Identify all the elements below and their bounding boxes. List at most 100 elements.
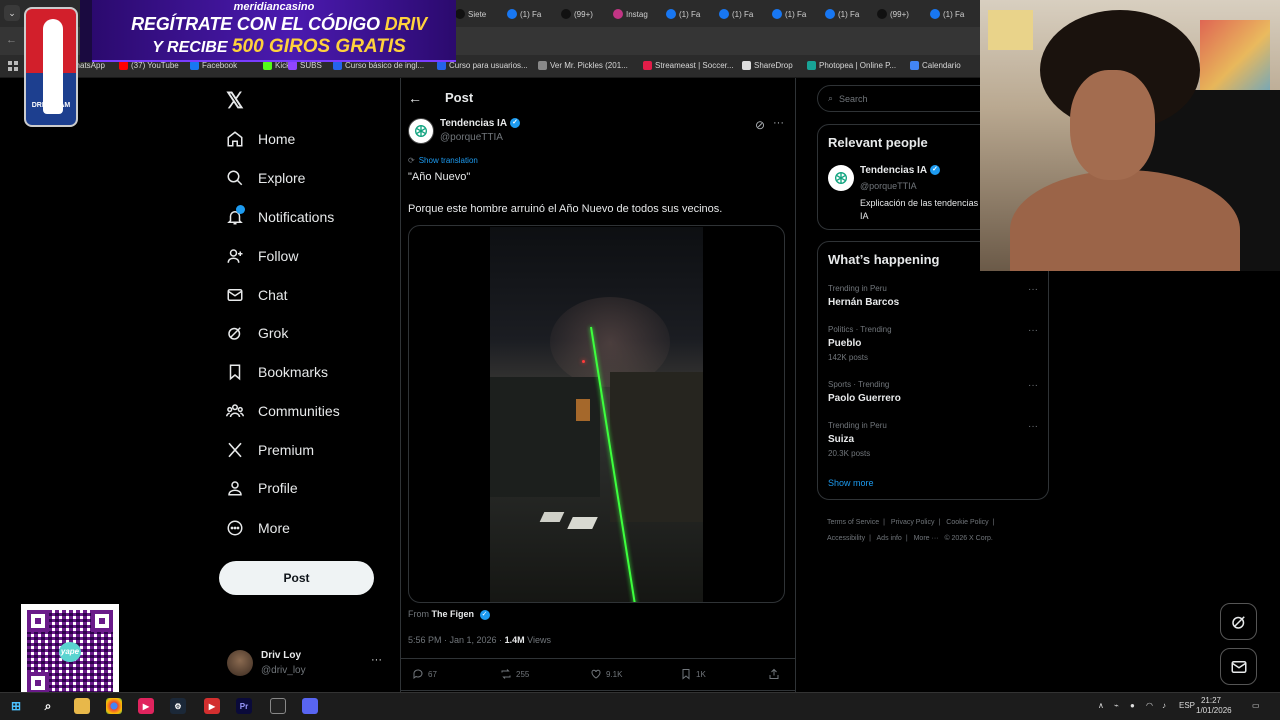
language-indicator[interactable]: ESP bbox=[1179, 701, 1195, 710]
account-more-icon[interactable]: ··· bbox=[371, 654, 382, 666]
repost-button[interactable]: 255 bbox=[500, 668, 529, 680]
relevant-person-name-text: Tendencias IA bbox=[860, 165, 928, 176]
bookmark-favicon-icon bbox=[742, 61, 751, 70]
post-video[interactable] bbox=[408, 225, 785, 603]
browser-tab[interactable]: (1) Fa bbox=[930, 5, 964, 23]
reply-button[interactable]: 67 bbox=[412, 668, 437, 680]
nav-premium[interactable]: Premium bbox=[226, 438, 314, 462]
trend-more-icon[interactable]: ··· bbox=[1028, 325, 1038, 336]
browser-back-icon[interactable]: ← bbox=[6, 34, 17, 46]
browser-tab[interactable]: (1) Fa bbox=[772, 5, 806, 23]
premiere-icon[interactable]: Pr bbox=[236, 698, 252, 714]
nav-follow[interactable]: Follow bbox=[226, 244, 298, 268]
browser-tab[interactable]: (99+) bbox=[561, 5, 593, 23]
tray-mic-icon[interactable]: ● bbox=[1130, 701, 1135, 710]
trend-item[interactable]: Sports · Trending Paolo Guerrero bbox=[828, 380, 901, 404]
footer-link[interactable]: More ··· bbox=[914, 535, 939, 542]
bookmark-item[interactable]: Ver Mr. Pickles (201... bbox=[538, 61, 628, 70]
show-translation-link[interactable]: ⟳ Show translation bbox=[408, 156, 478, 165]
steam-icon[interactable]: ⚙ bbox=[170, 698, 186, 714]
bookmark-item[interactable]: (37) YouTube bbox=[119, 61, 179, 70]
discord-icon[interactable] bbox=[302, 698, 318, 714]
like-button[interactable]: 9.1K bbox=[590, 668, 622, 680]
tray-network-icon[interactable]: ⌁ bbox=[1114, 701, 1119, 710]
trend-item[interactable]: Politics · Trending Pueblo 142K posts bbox=[828, 325, 892, 362]
taskbar-clock[interactable]: 21:27 1/01/2026 bbox=[1196, 696, 1232, 716]
bookmark-favicon-icon bbox=[333, 61, 342, 70]
from-source[interactable]: The Figen bbox=[432, 609, 475, 619]
browser-tab[interactable]: (99+) bbox=[877, 5, 909, 23]
grok-explain-icon[interactable]: ⊘ bbox=[755, 118, 765, 132]
bookmark-item[interactable]: Kick bbox=[263, 61, 290, 70]
trend-more-icon[interactable]: ··· bbox=[1028, 380, 1038, 391]
trend-item[interactable]: Trending in Peru Hernán Barcos bbox=[828, 284, 899, 308]
relevant-person-handle[interactable]: @porqueTTIA bbox=[860, 181, 917, 191]
tray-wifi-icon[interactable]: ◠ bbox=[1146, 701, 1153, 710]
bookmark-item[interactable]: Photopea | Online P... bbox=[807, 61, 896, 70]
notification-center-icon[interactable]: ▭ bbox=[1252, 701, 1260, 710]
messages-float-button[interactable] bbox=[1220, 648, 1257, 685]
relevant-person-name[interactable]: Tendencias IA ✓ bbox=[860, 165, 941, 176]
nav-explore[interactable]: Explore bbox=[226, 166, 305, 190]
file-explorer-icon[interactable] bbox=[74, 698, 90, 714]
reply-icon bbox=[413, 669, 423, 679]
nav-more[interactable]: More bbox=[226, 516, 290, 540]
trend-item[interactable]: Trending in Peru Suiza 20.3K posts bbox=[828, 421, 887, 458]
ad-brand: meridiancasino bbox=[233, 1, 315, 13]
bookmark-button[interactable]: 1K bbox=[680, 668, 706, 680]
show-more-link[interactable]: Show more bbox=[828, 478, 874, 488]
footer-link[interactable]: Accessibility bbox=[827, 535, 865, 542]
account-handle: @driv_loy bbox=[261, 665, 306, 676]
footer-link[interactable]: Cookie Policy bbox=[946, 519, 988, 526]
nav-home[interactable]: Home bbox=[226, 127, 295, 151]
browser-tab[interactable]: Instag bbox=[613, 5, 648, 23]
bookmark-item[interactable]: SUBS bbox=[288, 61, 322, 70]
bookmark-item[interactable]: Facebook bbox=[190, 61, 237, 70]
obs-icon[interactable] bbox=[270, 698, 286, 714]
bookmark-item[interactable]: Curso para usuarios... bbox=[437, 61, 528, 70]
nav-communities[interactable]: Communities bbox=[226, 399, 340, 423]
trend-more-icon[interactable]: ··· bbox=[1028, 284, 1038, 295]
browser-tab[interactable]: Siete bbox=[455, 5, 486, 23]
nav-profile[interactable]: Profile bbox=[226, 476, 298, 500]
nav-grok[interactable]: Grok bbox=[226, 321, 288, 345]
media-player-icon[interactable]: ▶ bbox=[138, 698, 154, 714]
relevant-person-avatar[interactable] bbox=[828, 165, 854, 191]
trend-more-icon[interactable]: ··· bbox=[1028, 421, 1038, 432]
chrome-icon[interactable] bbox=[106, 698, 122, 714]
taskbar-search-icon[interactable]: ⌕ bbox=[40, 698, 56, 714]
browser-tab[interactable]: (1) Fa bbox=[507, 5, 541, 23]
windows-start-icon[interactable]: ⊞ bbox=[8, 698, 24, 714]
author-handle[interactable]: @porqueTTIA bbox=[440, 132, 503, 143]
author-name[interactable]: Tendencias IA ✓ bbox=[440, 118, 521, 129]
tab-search-button[interactable]: ⌄ bbox=[4, 5, 20, 21]
back-arrow-icon[interactable]: ← bbox=[408, 90, 422, 106]
post-more-icon[interactable]: ··· bbox=[773, 117, 784, 129]
bookmark-item[interactable]: Calendario bbox=[910, 61, 961, 70]
facebook-icon bbox=[719, 9, 729, 19]
share-button[interactable] bbox=[768, 668, 780, 680]
post-timestamp[interactable]: 5:56 PM · Jan 1, 2026 · bbox=[408, 635, 502, 645]
grok-float-button[interactable] bbox=[1220, 603, 1257, 640]
account-switcher[interactable]: Driv Loy @driv_loy ··· bbox=[227, 648, 387, 680]
nav-chat[interactable]: Chat bbox=[226, 283, 288, 307]
bookmark-item[interactable]: ShareDrop bbox=[742, 61, 793, 70]
x-logo-icon[interactable]: 𝕏 bbox=[226, 88, 244, 114]
author-avatar[interactable] bbox=[408, 118, 434, 144]
browser-tab[interactable]: (1) Fa bbox=[666, 5, 700, 23]
trend-context: Trending in Peru bbox=[828, 284, 887, 293]
tray-chevron-icon[interactable]: ∧ bbox=[1098, 701, 1104, 710]
tray-volume-icon[interactable]: ♪ bbox=[1162, 701, 1166, 710]
footer-link[interactable]: Ads info bbox=[877, 535, 902, 542]
compose-post-button[interactable]: Post bbox=[219, 561, 374, 595]
footer-link[interactable]: Privacy Policy bbox=[891, 519, 935, 526]
browser-tab[interactable]: (1) Fa bbox=[825, 5, 859, 23]
footer-link[interactable]: Terms of Service bbox=[827, 519, 879, 526]
video-app-icon[interactable]: ▶ bbox=[204, 698, 220, 714]
nav-bookmarks[interactable]: Bookmarks bbox=[226, 360, 328, 384]
video-frame[interactable] bbox=[490, 227, 703, 602]
bookmark-item[interactable]: Streameast | Soccer... bbox=[643, 61, 734, 70]
apps-grid-icon[interactable] bbox=[8, 61, 18, 71]
bookmark-item[interactable]: Curso básico de ingl... bbox=[333, 61, 424, 70]
browser-tab[interactable]: (1) Fa bbox=[719, 5, 753, 23]
